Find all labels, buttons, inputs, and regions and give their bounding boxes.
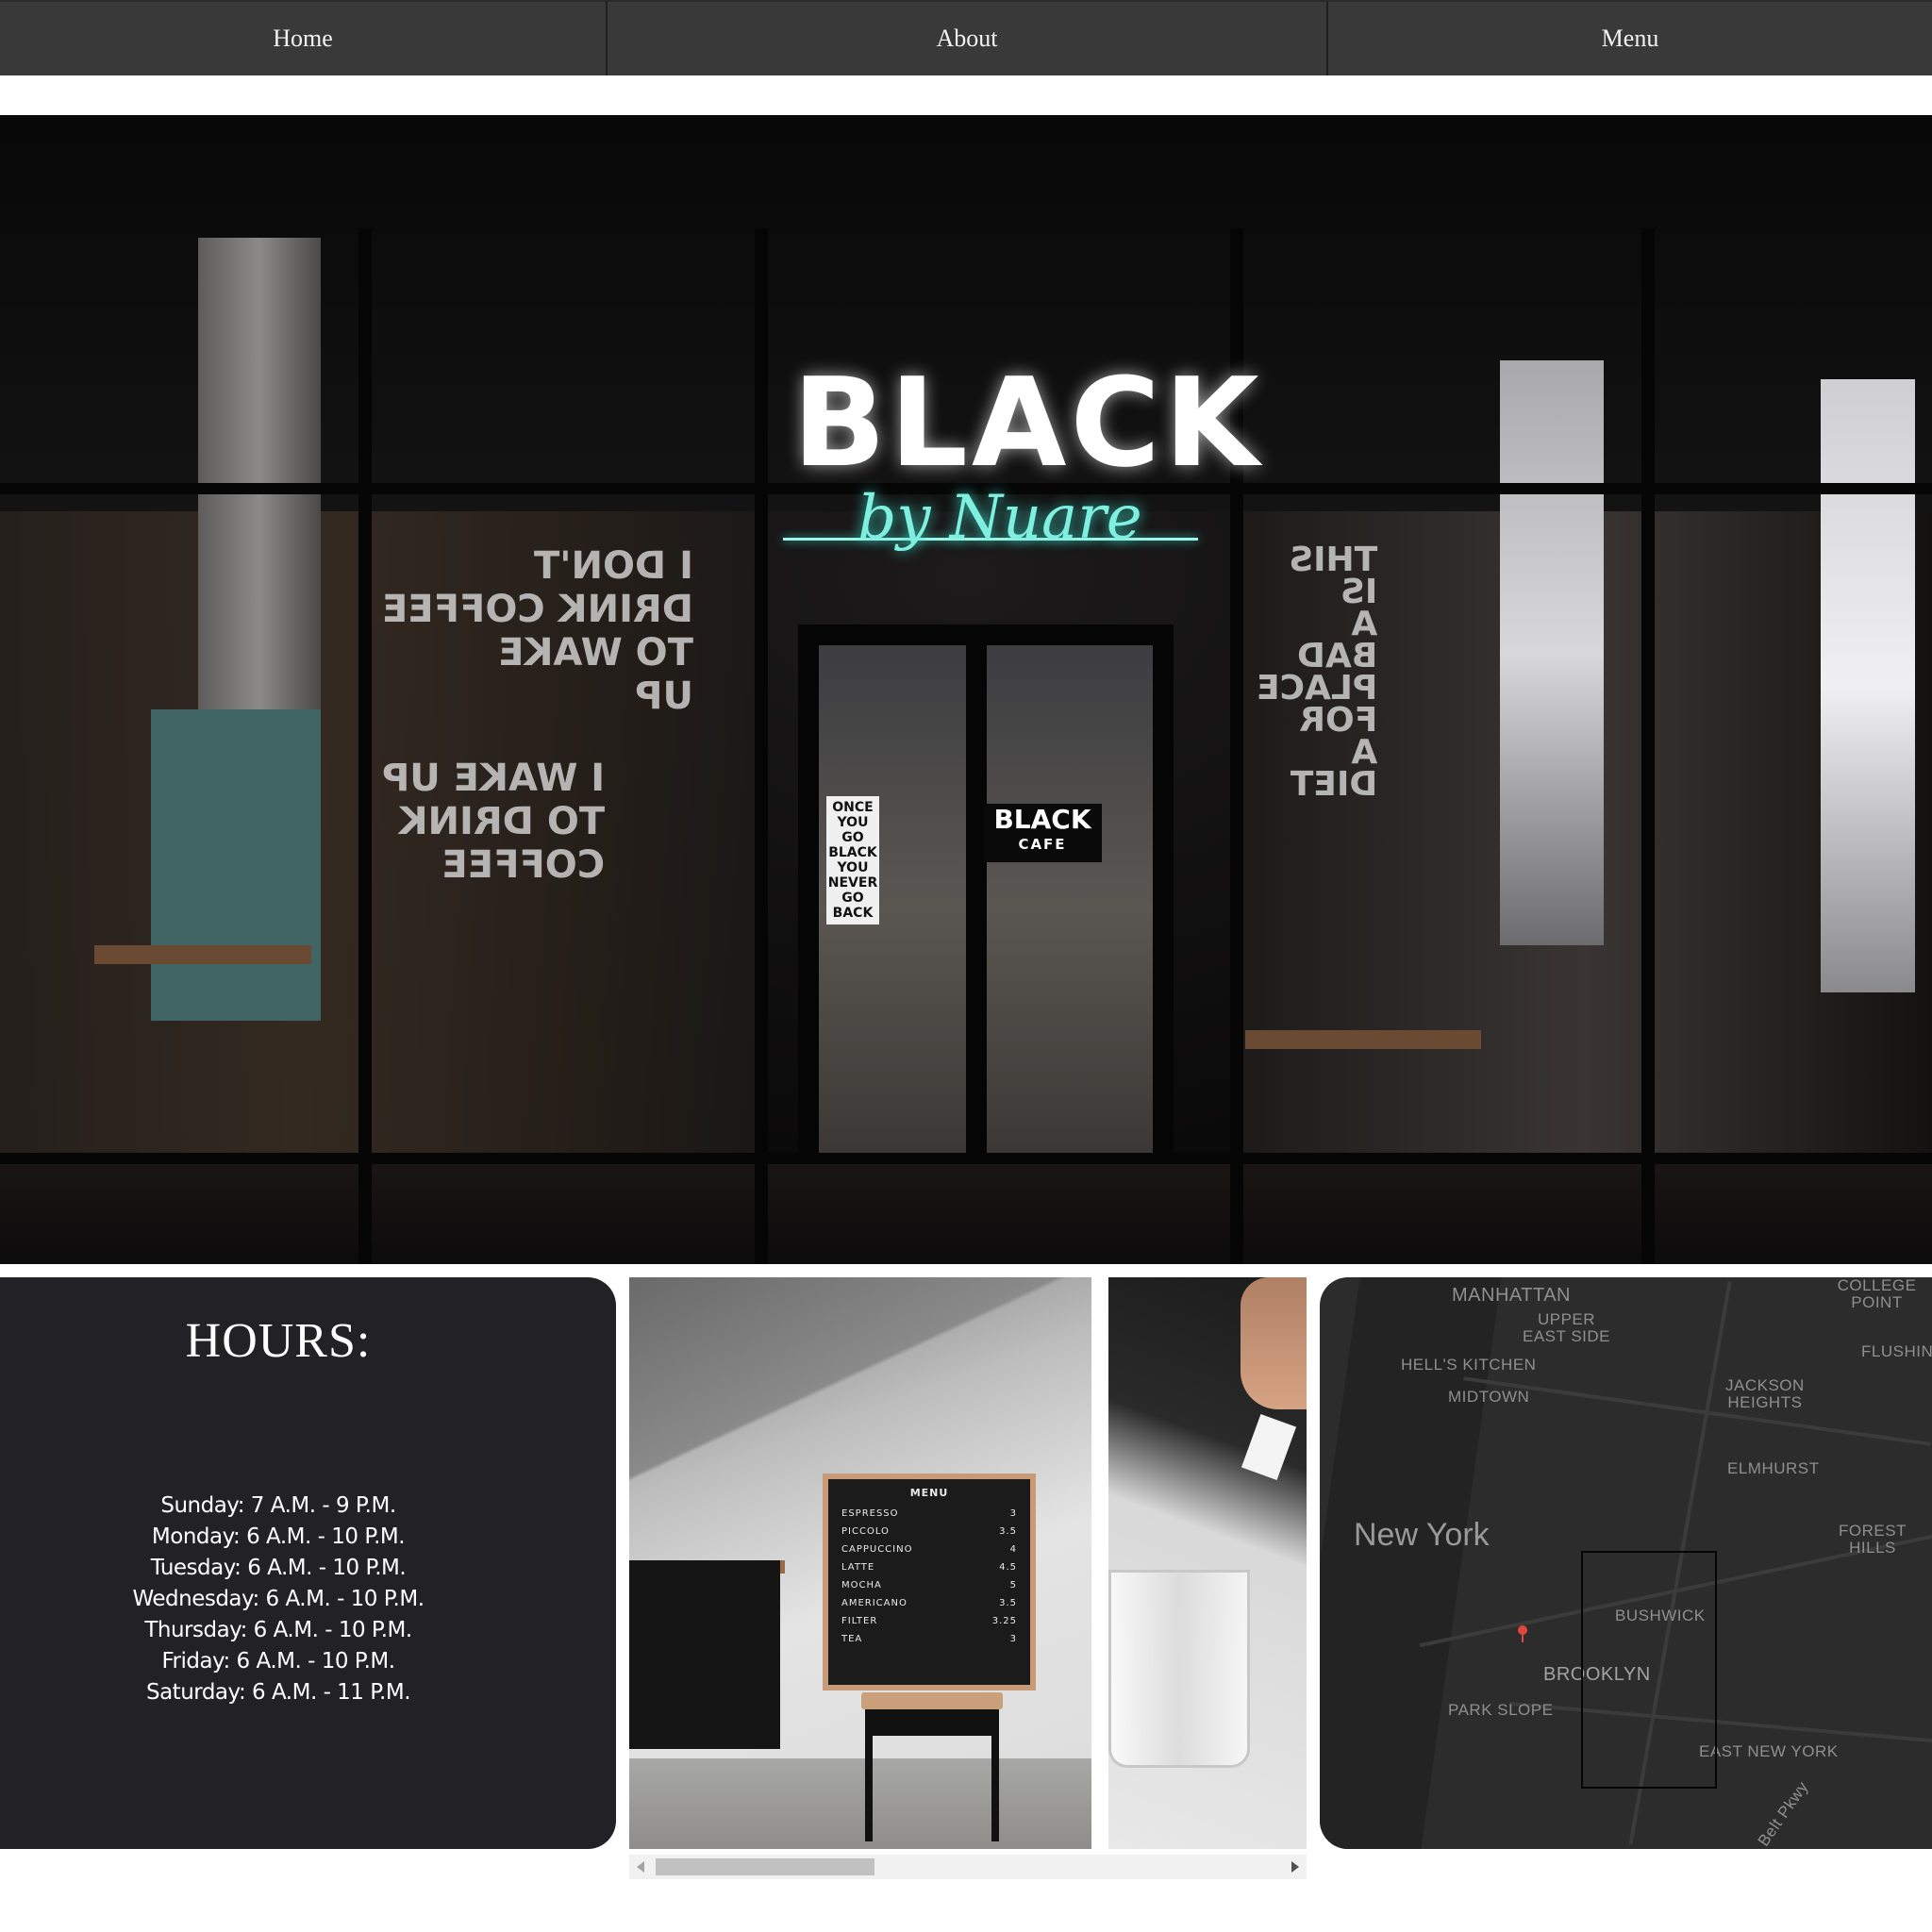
gallery-photo-sugar (1108, 1277, 1307, 1849)
menu-board-row: FILTER 3.25 (841, 1612, 1017, 1630)
neon-sign-script: by Nuare (858, 483, 1142, 553)
menu-item-price: 3.25 (991, 1616, 1017, 1626)
map-label-college-point: COLLEGE POINT (1837, 1277, 1917, 1311)
menu-board-row: TEA 3 (841, 1630, 1017, 1648)
menu-item-price: 3 (1009, 1634, 1017, 1644)
window-text-left-1: I DON'T DRINK COFFEE TO WAKE UP (382, 544, 693, 718)
map-label-park-slope: PARK SLOPE (1448, 1701, 1554, 1719)
door-sign-sub: CAFE (1018, 836, 1067, 853)
menu-item-price: 5 (1009, 1580, 1017, 1591)
door-sign-main: BLACK (993, 804, 1091, 835)
menu-item-name: TEA (841, 1634, 863, 1644)
gallery-scrollbar[interactable] (629, 1855, 1307, 1879)
hero-counter (94, 945, 311, 964)
hours-thursday: Thursday: 6 A.M. - 10 P.M. (144, 1618, 412, 1642)
hero-pillar (198, 238, 321, 719)
photo-floor (629, 1758, 1091, 1849)
map-label-elmhurst: ELMHURST (1727, 1459, 1820, 1477)
map-road (1508, 1701, 1932, 1744)
menu-item-name: LATTE (841, 1562, 875, 1573)
window-text-right: THIS IS A BAD PLACE FOR A DIET (1257, 541, 1378, 804)
photo-shaker (1241, 1413, 1297, 1481)
map-label-east-new-york: EAST NEW YORK (1699, 1742, 1839, 1760)
hours-monday: Monday: 6 A.M. - 10 P.M. (151, 1524, 406, 1549)
scroll-thumb[interactable] (656, 1858, 874, 1875)
hero-frame (755, 228, 768, 1264)
menu-item-price: 4.5 (999, 1562, 1017, 1573)
stool-legs (865, 1709, 999, 1841)
menu-board-row: PICCOLO 3.5 (841, 1523, 1017, 1541)
map-road (1463, 1376, 1931, 1446)
map-label-upper-east-side: UPPER EAST SIDE (1523, 1310, 1610, 1345)
nav-menu[interactable]: Menu (1328, 2, 1932, 75)
map-label-flushing: FLUSHING (1861, 1342, 1932, 1360)
hours-friday: Friday: 6 A.M. - 10 P.M. (161, 1649, 395, 1674)
menu-item-price: 3.5 (999, 1598, 1017, 1608)
map-label-jackson-heights: JACKSON HEIGHTS (1725, 1376, 1805, 1411)
map-pin-icon[interactable] (1518, 1625, 1527, 1642)
hero-pillar-base (151, 709, 321, 1021)
top-nav: Home About Menu (0, 0, 1932, 75)
menu-item-name: ESPRESSO (841, 1508, 899, 1519)
stool-seat (861, 1692, 1003, 1709)
menu-item-price: 3 (1009, 1508, 1017, 1519)
door-note: ONCE YOU GO BLACK YOU NEVER GO BACK (826, 796, 879, 924)
map-label-belt-pkwy: Belt Pkwy (1754, 1777, 1812, 1849)
menu-item-price: 3.5 (999, 1526, 1017, 1537)
hero-frame (358, 228, 372, 1264)
photo-glass (1108, 1570, 1250, 1768)
photo-hand (1241, 1277, 1307, 1409)
menu-board-row: LATTE 4.5 (841, 1558, 1017, 1576)
map-label-manhattan: MANHATTAN (1452, 1285, 1571, 1306)
hours-tuesday: Tuesday: 6 A.M. - 10 P.M. (150, 1556, 407, 1580)
menu-item-name: CAPPUCCINO (841, 1544, 913, 1555)
nav-about[interactable]: About (608, 2, 1328, 75)
hero-table (1245, 1030, 1481, 1049)
hero-window-right (1500, 360, 1604, 945)
neon-sign-black: BLACK (792, 351, 1263, 494)
door-sign: BLACK CAFE (983, 804, 1102, 862)
gallery-photo-menu-board: MENU ESPRESSO 3 PICCOLO 3.5 CAPPUCCINO 4 LA… (629, 1277, 1091, 1849)
menu-item-price: 4 (1009, 1544, 1017, 1555)
menu-item-name: MOCHA (841, 1580, 882, 1591)
scroll-right-arrow-icon[interactable] (1291, 1861, 1299, 1873)
map-label-new-york: New York (1354, 1517, 1490, 1553)
menu-item-name: AMERICANO (841, 1598, 908, 1608)
hours-wednesday: Wednesday: 6 A.M. - 10 P.M. (132, 1587, 425, 1611)
hours-panel: HOURS: Sunday: 7 A.M. - 9 P.M. Monday: 6… (0, 1277, 616, 1849)
map-label-hells-kitchen: HELL'S KITCHEN (1401, 1356, 1537, 1374)
window-text-left-2: I WAKE UP TO DRINK COFFEE (382, 757, 606, 887)
menu-board: MENU ESPRESSO 3 PICCOLO 3.5 CAPPUCCINO 4 LA… (823, 1474, 1036, 1690)
location-map[interactable]: MANHATTAN UPPER EAST SIDE HELL'S KITCHEN… (1320, 1277, 1932, 1849)
map-label-midtown: MIDTOWN (1448, 1388, 1530, 1406)
hero-frame (0, 1153, 1932, 1164)
map-label-forest-hills: FOREST HILLS (1839, 1522, 1907, 1557)
scroll-left-arrow-icon[interactable] (637, 1861, 644, 1873)
hero-image: BLACK by Nuare I DON'T DRINK COFFEE TO W… (0, 115, 1932, 1264)
hero-frame (1641, 228, 1655, 1264)
nav-home[interactable]: Home (0, 2, 608, 75)
hours-saturday: Saturday: 6 A.M. - 11 P.M. (145, 1680, 411, 1705)
menu-board-row: MOCHA 5 (841, 1576, 1017, 1594)
hours-list: Sunday: 7 A.M. - 9 P.M. Monday: 6 A.M. -… (0, 1491, 557, 1708)
hero-window-far-right (1821, 379, 1915, 992)
photo-gallery[interactable]: MENU ESPRESSO 3 PICCOLO 3.5 CAPPUCCINO 4 LA… (629, 1277, 1307, 1881)
hours-sunday: Sunday: 7 A.M. - 9 P.M. (160, 1493, 396, 1518)
menu-board-row: AMERICANO 3.5 (841, 1594, 1017, 1612)
menu-board-title: MENU (909, 1487, 949, 1499)
menu-item-name: PICCOLO (841, 1526, 890, 1537)
photo-counter (629, 1560, 780, 1749)
menu-item-name: FILTER (841, 1616, 878, 1626)
menu-board-row: ESPRESSO 3 (841, 1505, 1017, 1523)
menu-board-row: CAPPUCCINO 4 (841, 1541, 1017, 1558)
map-area-highlight (1581, 1551, 1717, 1789)
hours-title: HOURS: (185, 1314, 372, 1368)
